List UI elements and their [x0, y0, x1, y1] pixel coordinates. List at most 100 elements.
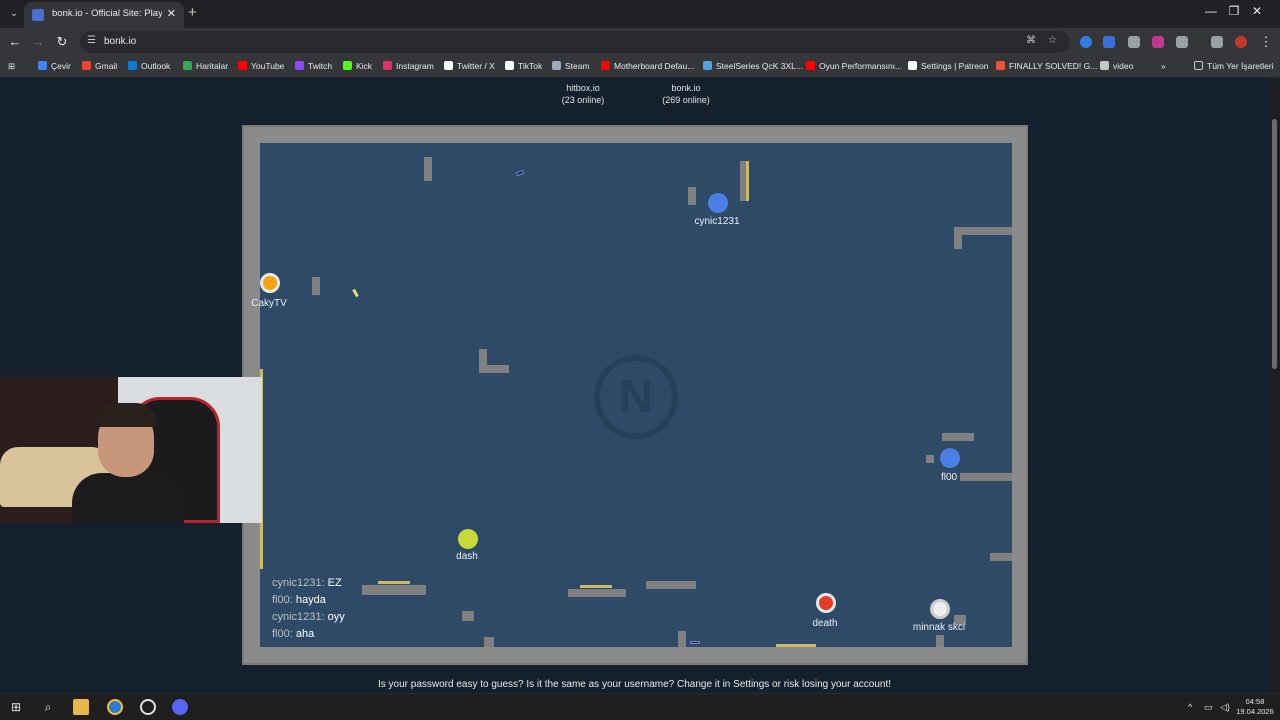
tab-search-button[interactable]: ⌄ — [6, 6, 22, 22]
bookmark-favicon-icon — [38, 61, 47, 70]
bookmark-16[interactable]: video — [1100, 61, 1133, 71]
address-bar[interactable]: ☰ bonk.io ⌘ ☆ — [80, 31, 1070, 53]
webcam-person-hair — [96, 403, 156, 427]
player-name: CakyTV — [251, 298, 287, 309]
bookmark-15[interactable]: FINALLY SOLVED! G... — [996, 61, 1097, 71]
bookmark-favicon-icon — [295, 61, 304, 70]
file-explorer-icon[interactable] — [73, 699, 89, 715]
bookmark-12[interactable]: SteelSeries QcK 3XL... — [703, 61, 803, 71]
bookmark-label: TikTok — [518, 61, 543, 71]
chrome-icon[interactable] — [107, 699, 123, 715]
extension-audio-icon[interactable] — [1103, 36, 1115, 48]
bookmark-label: Steam — [565, 61, 590, 71]
translate-icon[interactable]: ⌘ — [1026, 35, 1036, 46]
yellow-platform — [776, 644, 816, 647]
bookmark-favicon-icon — [601, 61, 610, 70]
reading-list-icon[interactable] — [1211, 36, 1223, 48]
bookmark-1[interactable]: Gmail — [82, 61, 117, 71]
site-info-icon[interactable]: ☰ — [87, 35, 96, 46]
player-cakytv — [260, 273, 280, 293]
webcam-person-body — [72, 473, 184, 523]
bookmark-5[interactable]: Twitch — [295, 61, 332, 71]
bookmark-favicon-icon — [82, 61, 91, 70]
scroll-thumb[interactable] — [1272, 119, 1277, 369]
bookmark-8[interactable]: Twitter / X — [444, 61, 495, 71]
player-minnak-skci — [930, 599, 950, 619]
discord-icon[interactable] — [172, 699, 188, 715]
chat-line: fl00: aha — [272, 628, 315, 640]
tray-chevron-icon[interactable]: ^ — [1188, 702, 1192, 712]
volume-icon[interactable]: ◁) — [1220, 702, 1230, 713]
player-name: death — [812, 618, 838, 629]
bookmark-favicon-icon — [444, 61, 453, 70]
active-tab[interactable]: bonk.io - Official Site: Play Bonk ✕ — [24, 2, 184, 28]
player-name: dash — [456, 551, 478, 562]
platform — [424, 157, 432, 181]
close-window-button[interactable]: ✕ — [1234, 4, 1280, 18]
bookmark-4[interactable]: YouTube — [238, 61, 284, 71]
profile-avatar[interactable] — [1235, 36, 1247, 48]
platform — [312, 277, 320, 295]
bookmark-0[interactable]: Çevir — [38, 61, 71, 71]
bookmark-14[interactable]: Settings | Patreon — [908, 61, 988, 71]
platform — [568, 589, 626, 597]
server-online: (269 online) — [662, 95, 710, 105]
bookmark-star-icon[interactable]: ☆ — [1048, 35, 1057, 46]
windows-start-icon[interactable]: ⊞ — [8, 699, 24, 715]
bookmark-favicon-icon — [552, 61, 561, 70]
bookmark-3[interactable]: Haritalar — [183, 61, 228, 71]
extensions-puzzle-icon[interactable] — [1176, 36, 1188, 48]
bookmark-2[interactable]: Outlook — [128, 61, 170, 71]
webcam-overlay — [0, 377, 262, 523]
bookmark-favicon-icon — [383, 61, 392, 70]
extension-window-icon[interactable] — [1128, 36, 1140, 48]
search-icon[interactable]: ⌕ — [40, 699, 56, 715]
extension-blue-icon[interactable] — [1080, 36, 1092, 48]
new-tab-button[interactable]: + — [188, 4, 197, 21]
game-canvas[interactable]: N cynic1231 CakyTV fl00 dash death minna… — [242, 125, 1028, 665]
taskbar-clock[interactable]: 04:58 19.04.2026 — [1232, 697, 1278, 717]
network-icon[interactable]: ▭ — [1204, 702, 1213, 713]
platform — [462, 611, 474, 621]
clock-time: 04:58 — [1245, 697, 1265, 706]
platform — [678, 631, 686, 647]
apps-grid-icon[interactable]: ⊞ — [8, 61, 15, 72]
bookmark-9[interactable]: TikTok — [505, 61, 542, 71]
player-name: cynic1231 — [694, 216, 740, 227]
server-bonk[interactable]: bonk.io (269 online) — [641, 82, 731, 106]
server-online: (23 online) — [561, 95, 605, 105]
platform — [484, 637, 494, 647]
forward-arrow-icon[interactable]: → — [30, 34, 46, 49]
chat-line: cynic1231: EZ — [272, 577, 342, 589]
small-object — [352, 288, 359, 298]
server-hitbox[interactable]: hitbox.io (23 online) — [538, 82, 628, 106]
tab-close-icon[interactable]: ✕ — [167, 7, 176, 20]
bookmark-10[interactable]: Steam — [552, 61, 590, 71]
bookmark-13[interactable]: Oyun Performansını... — [806, 61, 902, 71]
bookmark-7[interactable]: Instagram — [383, 61, 434, 71]
player-name: minnak skci — [912, 622, 966, 633]
bookmark-label: Motherboard Defau... — [614, 61, 695, 71]
bookmark-favicon-icon — [806, 61, 815, 70]
reload-icon[interactable]: ↻ — [54, 34, 70, 50]
server-name: hitbox.io — [566, 83, 600, 93]
bookmark-11[interactable]: Motherboard Defau... — [601, 61, 694, 71]
app-icon[interactable] — [140, 699, 156, 715]
platform — [942, 433, 974, 441]
page-scrollbar[interactable] — [1269, 79, 1280, 693]
player-fl00 — [940, 448, 960, 468]
bookmark-favicon-icon — [183, 61, 192, 70]
game-arena[interactable]: N cynic1231 CakyTV fl00 dash death minna… — [251, 143, 1012, 647]
back-arrow-icon[interactable]: ← — [7, 34, 23, 49]
bonk-favicon-icon — [32, 9, 44, 21]
extension-purple-icon[interactable] — [1152, 36, 1164, 48]
bookmark-label: Çevir — [51, 61, 71, 71]
bookmark-label: FINALLY SOLVED! G... — [1009, 61, 1098, 71]
bookmark-6[interactable]: Kick — [343, 61, 372, 71]
chat-line: cynic1231: oyy — [272, 611, 345, 623]
bookmarks-overflow-button[interactable]: » — [1161, 61, 1166, 71]
all-bookmarks-button[interactable]: Tüm Yer İşaretleri — [1194, 61, 1274, 71]
bookmark-label: Gmail — [95, 61, 118, 71]
menu-kebab-icon[interactable]: ⋮ — [1258, 34, 1274, 50]
platform — [936, 635, 944, 647]
